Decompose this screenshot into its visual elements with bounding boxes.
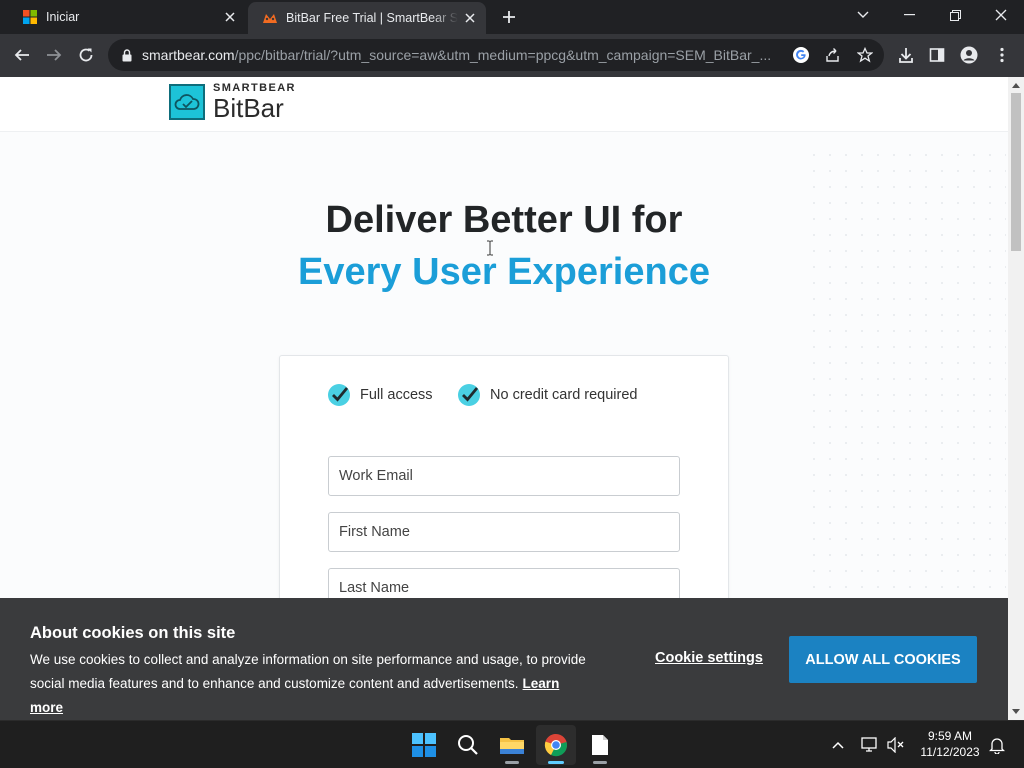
windows-taskbar: 9:59 AM 11/12/2023 bbox=[0, 720, 1024, 768]
file-explorer-icon[interactable] bbox=[492, 725, 532, 765]
smartbear-favicon-icon bbox=[262, 10, 278, 26]
check-icon bbox=[458, 384, 480, 406]
perk-full-access: Full access bbox=[328, 384, 433, 406]
windows-icon bbox=[22, 9, 38, 25]
product-name: BitBar bbox=[213, 93, 284, 123]
perk-label: Full access bbox=[360, 387, 433, 403]
cookie-settings-link[interactable]: Cookie settings bbox=[655, 650, 763, 666]
first-name-field[interactable]: First Name bbox=[328, 512, 680, 552]
chrome-icon[interactable] bbox=[536, 725, 576, 765]
new-tab-button[interactable] bbox=[496, 5, 522, 29]
download-icon[interactable] bbox=[891, 40, 921, 70]
scroll-up-icon[interactable] bbox=[1008, 78, 1024, 92]
notification-bell-icon[interactable] bbox=[985, 731, 1009, 759]
profile-icon[interactable] bbox=[954, 40, 984, 70]
allow-all-cookies-button[interactable]: ALLOW ALL COOKIES bbox=[789, 636, 977, 683]
tab-title: Iniciar bbox=[46, 10, 80, 24]
notepad-icon[interactable] bbox=[580, 725, 620, 765]
side-panel-icon[interactable] bbox=[922, 40, 952, 70]
clock-date: 11/12/2023 bbox=[920, 745, 980, 759]
volume-muted-icon[interactable] bbox=[884, 731, 908, 759]
lock-icon[interactable] bbox=[120, 47, 134, 63]
hero-heading-line1: Deliver Better UI for bbox=[325, 199, 683, 241]
system-clock[interactable]: 9:59 AM 11/12/2023 bbox=[912, 728, 988, 760]
bookmark-star-icon[interactable] bbox=[854, 44, 876, 66]
bitbar-logo[interactable]: SMARTBEAR BitBar bbox=[169, 83, 296, 121]
hero-heading-line2: Every User Experience bbox=[298, 251, 710, 293]
menu-kebab-icon[interactable] bbox=[987, 40, 1017, 70]
back-icon[interactable] bbox=[7, 40, 37, 70]
tab-search-icon[interactable] bbox=[840, 0, 886, 30]
cloud-check-icon bbox=[169, 84, 205, 120]
show-hidden-icons-icon[interactable] bbox=[826, 731, 850, 759]
text-cursor-icon bbox=[487, 240, 493, 256]
tab-strip: Iniciar BitBar Free Trial | SmartBear So… bbox=[0, 0, 1024, 34]
restore-icon[interactable] bbox=[932, 0, 978, 30]
cookie-text: We use cookies to collect and analyze in… bbox=[30, 652, 586, 715]
address-bar[interactable]: smartbear.com/ppc/bitbar/trial/?utm_sour… bbox=[108, 39, 884, 71]
network-icon[interactable] bbox=[858, 731, 882, 759]
cookie-title: About cookies on this site bbox=[30, 624, 236, 642]
browser-toolbar: smartbear.com/ppc/bitbar/trial/?utm_sour… bbox=[0, 34, 1024, 77]
close-tab-icon[interactable] bbox=[218, 5, 242, 29]
tab-bitbar-trial[interactable]: BitBar Free Trial | SmartBear Software bbox=[248, 2, 486, 34]
scroll-thumb[interactable] bbox=[1011, 93, 1021, 251]
page-viewport: SMARTBEAR BitBar Deliver Better UI for E… bbox=[0, 77, 1024, 720]
url-text[interactable]: smartbear.com/ppc/bitbar/trial/?utm_sour… bbox=[142, 39, 778, 71]
cookie-banner: About cookies on this site We use cookie… bbox=[0, 598, 1008, 720]
page-scrollbar[interactable] bbox=[1008, 77, 1024, 720]
perk-no-credit-card: No credit card required bbox=[458, 384, 638, 406]
share-icon[interactable] bbox=[822, 44, 844, 66]
close-tab-icon[interactable] bbox=[458, 6, 482, 30]
work-email-field[interactable]: Work Email bbox=[328, 456, 680, 496]
start-button[interactable] bbox=[404, 725, 444, 765]
check-icon bbox=[328, 384, 350, 406]
close-window-icon[interactable] bbox=[978, 0, 1024, 30]
forward-icon[interactable] bbox=[39, 40, 69, 70]
reload-icon[interactable] bbox=[71, 40, 101, 70]
perk-label: No credit card required bbox=[490, 387, 638, 403]
tab-iniciar[interactable]: Iniciar bbox=[8, 0, 246, 34]
site-header: SMARTBEAR BitBar bbox=[0, 77, 1008, 132]
tab-title: BitBar Free Trial | SmartBear Software bbox=[286, 11, 458, 25]
search-icon[interactable] bbox=[448, 725, 488, 765]
scroll-down-icon[interactable] bbox=[1008, 704, 1024, 718]
minimize-icon[interactable] bbox=[886, 0, 932, 30]
clock-time: 9:59 AM bbox=[927, 729, 973, 743]
google-lens-icon[interactable] bbox=[790, 44, 812, 66]
